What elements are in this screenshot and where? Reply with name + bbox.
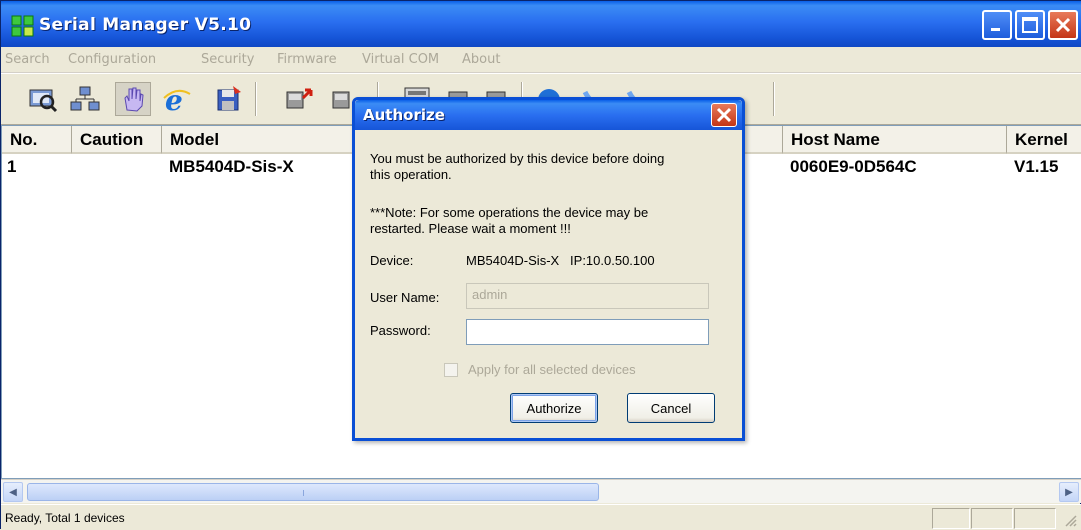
apply-all-label: Apply for all selected devices xyxy=(468,362,636,377)
title-bar[interactable]: Serial Manager V5.10 xyxy=(1,1,1081,47)
username-field: admin xyxy=(466,283,709,309)
maximize-button[interactable] xyxy=(1015,10,1045,40)
apply-all-checkbox xyxy=(444,363,458,377)
column-header-host-name[interactable]: Host Name xyxy=(783,126,1007,154)
dialog-title: Authorize xyxy=(363,106,445,124)
menu-search[interactable]: Search xyxy=(5,52,50,67)
password-field[interactable] xyxy=(466,319,709,345)
save-button[interactable] xyxy=(211,82,247,116)
cell-kernel: V1.15 xyxy=(1014,157,1059,176)
menu-virtual-com[interactable]: Virtual COM xyxy=(362,52,439,67)
hand-button[interactable] xyxy=(115,82,151,116)
search-device-icon xyxy=(29,89,58,113)
chevron-left-icon: ◀ xyxy=(9,486,17,498)
cell-model: MB5404D-Sis-X xyxy=(169,157,294,176)
cell-no: 1 xyxy=(7,157,17,176)
network-icon xyxy=(70,86,100,111)
save-icon xyxy=(217,86,241,111)
username-label: User Name: xyxy=(370,290,440,305)
column-header-no[interactable]: No. xyxy=(2,126,72,154)
toolbar-separator xyxy=(773,82,775,116)
device-label: Device: xyxy=(370,253,414,268)
authorize-button[interactable]: Authorize xyxy=(510,393,598,423)
close-icon xyxy=(716,107,732,123)
menu-firmware[interactable]: Firmware xyxy=(277,52,337,67)
menu-security[interactable]: Security xyxy=(201,52,254,67)
scroll-grip xyxy=(303,490,323,496)
network-button[interactable] xyxy=(67,82,103,116)
menu-bar: Search Configuration Security Firmware V… xyxy=(1,47,1081,73)
close-icon xyxy=(1055,17,1071,33)
chevron-right-icon: ▶ xyxy=(1065,486,1073,498)
cancel-button[interactable]: Cancel xyxy=(627,393,715,423)
status-bar: Ready, Total 1 devices xyxy=(1,504,1081,530)
resize-grip-icon[interactable] xyxy=(1063,513,1077,527)
browser-button[interactable]: e xyxy=(159,82,195,116)
close-button[interactable] xyxy=(1048,10,1078,40)
horizontal-scrollbar[interactable]: ◀ ▶ xyxy=(1,479,1081,503)
scroll-left-button[interactable]: ◀ xyxy=(3,482,23,502)
scroll-thumb[interactable] xyxy=(27,483,599,501)
device-value: MB5404D-Sis-X IP:10.0.50.100 xyxy=(466,253,655,268)
browser-icon: e xyxy=(163,84,191,114)
download-icon xyxy=(286,88,313,109)
scroll-right-button[interactable]: ▶ xyxy=(1059,482,1079,502)
maximize-icon xyxy=(1022,17,1038,33)
menu-about[interactable]: About xyxy=(462,52,500,67)
status-pane xyxy=(971,508,1013,529)
column-header-caution[interactable]: Caution xyxy=(72,126,162,154)
status-pane xyxy=(932,508,970,529)
dialog-close-button[interactable] xyxy=(711,103,737,127)
svg-text:e: e xyxy=(165,84,183,114)
password-label: Password: xyxy=(370,323,431,338)
status-pane xyxy=(1014,508,1056,529)
column-header-kernel[interactable]: Kernel xyxy=(1007,126,1081,154)
status-text: Ready, Total 1 devices xyxy=(5,511,125,525)
cell-host-name: 0060E9-0D564C xyxy=(790,157,917,176)
authorize-dialog: Authorize You must be authorized by this… xyxy=(352,97,745,441)
menu-configuration[interactable]: Configuration xyxy=(68,52,156,67)
download-button[interactable] xyxy=(281,82,317,116)
dialog-message-line2: this operation. xyxy=(370,167,452,182)
main-window: Serial Manager V5.10 Search Configuratio… xyxy=(0,0,1081,530)
dialog-title-bar[interactable]: Authorize xyxy=(355,100,742,130)
app-logo-icon xyxy=(11,15,35,37)
dialog-message-line1: You must be authorized by this device be… xyxy=(370,151,665,166)
hand-icon xyxy=(124,87,144,112)
window-title: Serial Manager V5.10 xyxy=(39,15,252,35)
dialog-note-line2: restarted. Please wait a moment !!! xyxy=(370,221,571,236)
toolbar-separator xyxy=(255,82,257,116)
minimize-button[interactable] xyxy=(982,10,1012,40)
minimize-icon xyxy=(991,28,1000,31)
search-device-button[interactable] xyxy=(25,82,61,116)
dialog-note-line1: ***Note: For some operations the device … xyxy=(370,205,649,220)
